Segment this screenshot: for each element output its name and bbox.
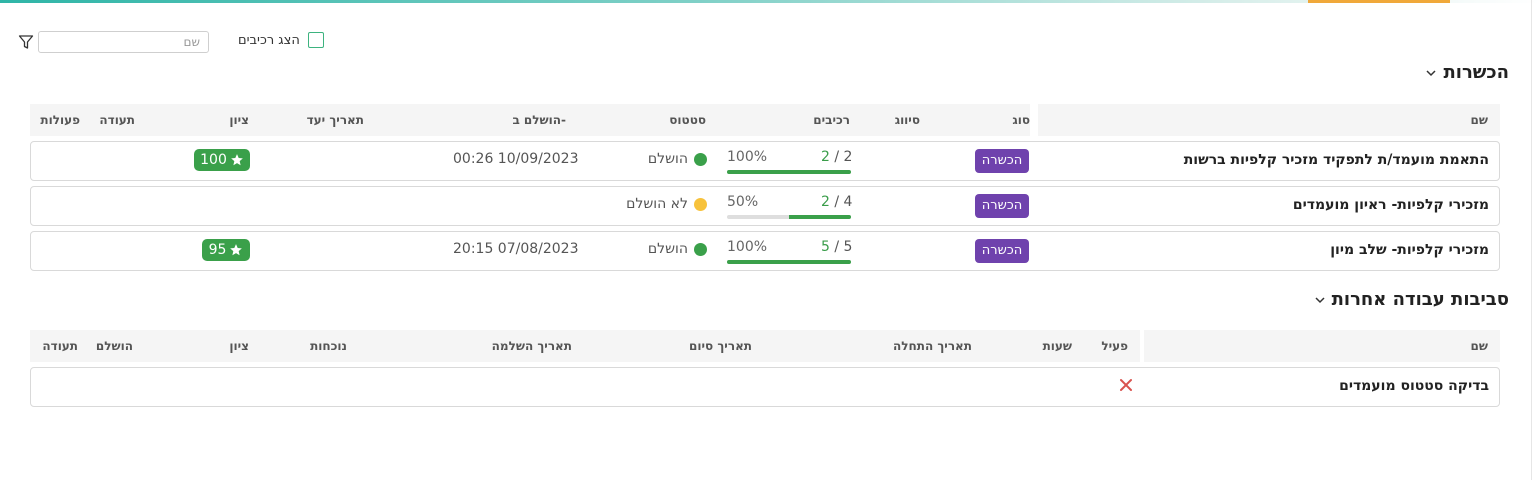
col-certificate[interactable]: תעודה xyxy=(42,339,78,353)
completed-at: 00:26 10/09/2023 xyxy=(453,151,579,167)
training-name[interactable]: מזכירי קלפיות- ראיון מועמדים xyxy=(1293,197,1489,213)
col-type[interactable]: סוג xyxy=(1012,113,1030,127)
environments-section-header[interactable]: סביבות עבודה אחרות xyxy=(1314,289,1509,310)
status-cell: לא הושלם xyxy=(626,196,707,212)
status-text: הושלם xyxy=(647,241,688,257)
star-icon xyxy=(230,244,243,256)
col-grade[interactable]: ציון xyxy=(229,339,249,353)
components-sep: / xyxy=(829,149,844,165)
col-active[interactable]: פעיל xyxy=(1101,339,1128,353)
status-dot-icon xyxy=(694,242,707,256)
col-certificate[interactable]: תעודה xyxy=(99,113,135,127)
type-badge: הכשרה xyxy=(975,239,1029,263)
col-grade[interactable]: ציון xyxy=(229,113,249,127)
grade-badge: 100 xyxy=(194,149,250,171)
search-input[interactable] xyxy=(38,31,209,53)
col-due-date[interactable]: תאריך יעד xyxy=(307,113,364,127)
col-category[interactable]: סיווג xyxy=(895,113,920,127)
col-name[interactable]: שם xyxy=(1471,113,1488,127)
table-row[interactable]: מזכירי קלפיות- ראיון מועמדים הכשרה 2 / 4… xyxy=(30,186,1500,226)
col-actions[interactable]: פעולות xyxy=(40,113,80,127)
trainings-section-header[interactable]: הכשרות xyxy=(1425,62,1509,83)
active-tab-indicator xyxy=(1308,0,1450,3)
col-start-date[interactable]: תאריך התחלה xyxy=(893,339,972,353)
components-percent: 100% xyxy=(727,149,768,165)
grade-value: 100 xyxy=(200,152,227,168)
components-total: 5 xyxy=(843,239,853,255)
trainings-title: הכשרות xyxy=(1443,62,1509,83)
training-name[interactable]: מזכירי קלפיות- שלב מיון xyxy=(1330,242,1489,258)
status-text: הושלם xyxy=(647,151,688,167)
training-name[interactable]: התאמת מועמד/ת לתפקיד מזכיר קלפיות ברשות xyxy=(1184,152,1489,168)
components-done: 2 xyxy=(821,194,830,210)
environment-name[interactable]: בדיקה סטטוס מועמדים xyxy=(1339,378,1489,394)
components-done: 5 xyxy=(821,239,830,255)
col-completed-at[interactable]: הושלם ב- xyxy=(512,113,566,127)
status-text: לא הושלם xyxy=(626,196,688,212)
trainings-table-header: שם סוג סיווג רכיבים סטטוס הושלם ב- תאריך… xyxy=(30,104,1500,136)
col-attendance[interactable]: נוכחות xyxy=(310,339,347,353)
components-count: 2 / 4 xyxy=(821,194,852,210)
components-count: 2 / 2 xyxy=(821,149,852,165)
col-end-date[interactable]: תאריך סיום xyxy=(689,339,752,353)
components-percent: 100% xyxy=(727,239,768,255)
chevron-down-icon[interactable] xyxy=(1314,294,1326,306)
close-x-icon xyxy=(1120,379,1132,391)
header-bg-right xyxy=(1144,330,1500,362)
environments-table-header: שם פעיל שעות תאריך התחלה תאריך סיום תארי… xyxy=(30,330,1500,362)
components-percent: 50% xyxy=(727,194,759,210)
progress-fill xyxy=(727,170,851,174)
table-row[interactable]: התאמת מועמד/ת לתפקיד מזכיר קלפיות ברשות … xyxy=(30,141,1500,181)
col-status[interactable]: סטטוס xyxy=(669,113,706,127)
components-count: 5 / 5 xyxy=(821,239,852,255)
components-total: 2 xyxy=(843,149,853,165)
col-components[interactable]: רכיבים xyxy=(813,113,850,127)
status-cell: הושלם xyxy=(648,151,707,167)
components-progress-bar xyxy=(727,215,851,219)
col-hours[interactable]: שעות xyxy=(1043,339,1072,353)
status-dot-icon xyxy=(694,152,707,166)
col-name[interactable]: שם xyxy=(1471,339,1488,353)
header-bg-left xyxy=(30,330,1140,362)
components-progress-bar xyxy=(727,260,851,264)
status-cell: הושלם xyxy=(648,241,707,257)
scrollbar-track[interactable] xyxy=(1531,0,1532,480)
progress-fill xyxy=(727,260,851,264)
star-icon xyxy=(231,154,243,166)
col-completion-date[interactable]: תאריך השלמה xyxy=(492,339,572,353)
show-components-toggle[interactable]: הצג רכיבים xyxy=(238,32,324,48)
environments-title: סביבות עבודה אחרות xyxy=(1331,289,1509,310)
components-progress-bar xyxy=(727,170,851,174)
chevron-down-icon[interactable] xyxy=(1425,67,1437,79)
table-row[interactable]: מזכירי קלפיות- שלב מיון הכשרה 5 / 5 100%… xyxy=(30,231,1500,271)
progress-fill xyxy=(789,215,851,219)
status-dot-icon xyxy=(694,197,707,211)
col-completed[interactable]: הושלם xyxy=(96,339,133,353)
components-sep: / xyxy=(829,239,844,255)
show-components-label: הצג רכיבים xyxy=(238,32,300,48)
show-components-checkbox[interactable] xyxy=(307,32,324,48)
components-done: 2 xyxy=(821,149,830,165)
table-row[interactable]: בדיקה סטטוס מועמדים xyxy=(30,367,1500,407)
components-total: 4 xyxy=(843,194,853,210)
grade-value: 95 xyxy=(208,242,227,258)
grade-badge: 95 xyxy=(202,239,250,261)
header-bg-right xyxy=(1038,104,1500,136)
completed-at: 20:15 07/08/2023 xyxy=(453,241,579,257)
type-badge: הכשרה xyxy=(975,194,1029,218)
filter-icon[interactable] xyxy=(18,34,34,50)
components-sep: / xyxy=(829,194,844,210)
type-badge: הכשרה xyxy=(975,149,1029,173)
